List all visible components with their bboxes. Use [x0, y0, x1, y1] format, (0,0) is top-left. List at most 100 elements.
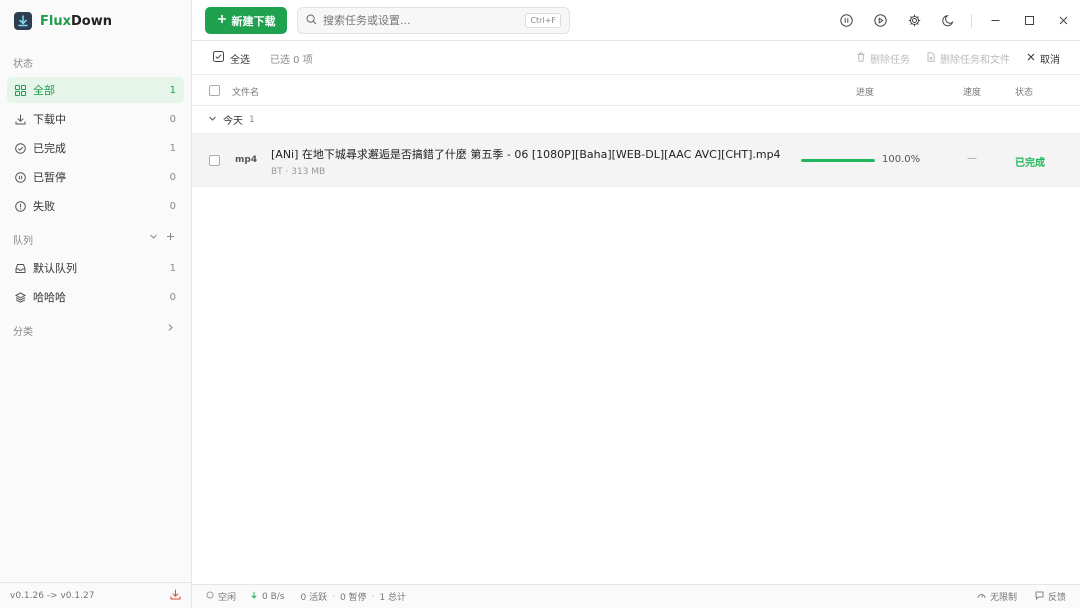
search-icon [306, 14, 317, 28]
queue-section-actions [149, 231, 175, 244]
search-shortcut: Ctrl+F [525, 13, 561, 28]
file-type-badge: mp4 [235, 155, 258, 165]
select-all-button[interactable]: 全选 [230, 51, 250, 66]
sidebar-item-all[interactable]: 全部 1 [7, 77, 184, 103]
new-download-label: 新建下载 [231, 14, 276, 28]
brand: FluxDown [14, 10, 112, 32]
header-actions [829, 0, 1080, 41]
inbox-icon [14, 262, 26, 274]
app-logo-icon [14, 12, 32, 30]
search-box[interactable]: Ctrl+F [297, 7, 570, 34]
feedback-button[interactable]: 反馈 [1035, 590, 1066, 603]
sidebar-item-downloading[interactable]: 下载中 0 [7, 106, 184, 132]
idle-circle-icon [206, 591, 214, 602]
dark-mode-moon-icon[interactable] [931, 0, 965, 41]
delete-task-and-file-label: 删除任务和文件 [940, 54, 1010, 66]
pause-circle-icon [14, 171, 26, 183]
search-input[interactable] [323, 14, 513, 27]
category-section-label[interactable]: 分类 [13, 323, 33, 338]
sidebar-item-label: 下载中 [33, 113, 66, 126]
statusbar-right: 无限制 反馈 [977, 590, 1066, 603]
table-header: 文件名 进度 速度 状态 [192, 75, 1080, 106]
chevron-down-icon [208, 114, 217, 126]
check-circle-icon [14, 142, 26, 154]
sidebar: FluxDown 状态 全部 1 下载中 0 已完成 1 已暂停 0 失败 0 [0, 0, 192, 608]
sidebar-item-label: 已完成 [33, 142, 66, 155]
chevron-right-icon[interactable] [166, 322, 175, 335]
status-section-label: 状态 [13, 59, 33, 70]
cancel-selection-button[interactable]: 取消 [1026, 51, 1060, 66]
arrow-down-icon [250, 591, 258, 602]
file-delete-icon [926, 51, 936, 65]
sidebar-item-queue-hahaha[interactable]: 哈哈哈 0 [7, 284, 184, 310]
sidebar-item-count: 0 [169, 291, 176, 303]
cancel-label: 取消 [1040, 54, 1060, 66]
group-count: 1 [249, 114, 255, 125]
queue-section-label: 队列 [13, 236, 33, 247]
sidebar-footer: v0.1.26 -> v0.1.27 [0, 582, 191, 608]
sidebar-item-label: 哈哈哈 [33, 291, 66, 304]
sidebar-item-paused[interactable]: 已暂停 0 [7, 164, 184, 190]
header-checkbox[interactable] [209, 85, 220, 96]
header: 新建下载 Ctrl+F [192, 0, 1080, 41]
selection-toolbar: 全选 已选 0 项 删除任务 删除任务和文件 取消 [192, 41, 1080, 75]
column-header-speed[interactable]: 速度 [963, 85, 981, 98]
sidebar-item-count: 0 [169, 200, 176, 212]
sidebar-item-completed[interactable]: 已完成 1 [7, 135, 184, 161]
new-download-button[interactable]: 新建下载 [205, 7, 287, 34]
resume-all-icon[interactable] [863, 0, 897, 41]
sidebar-item-label: 失败 [33, 200, 55, 213]
app-name: FluxDown [40, 13, 112, 29]
minimize-icon[interactable] [978, 0, 1012, 41]
speed-limit-button[interactable]: 无限制 [977, 590, 1017, 603]
add-queue-icon[interactable] [166, 231, 175, 244]
row-checkbox[interactable] [209, 155, 220, 166]
sidebar-item-failed[interactable]: 失败 0 [7, 193, 184, 219]
header-divider [971, 13, 972, 28]
alert-circle-icon [14, 200, 26, 212]
sidebar-item-default-queue[interactable]: 默认队列 1 [7, 255, 184, 281]
engine-state: 空闲 [206, 590, 236, 603]
column-header-status[interactable]: 状态 [1015, 85, 1033, 98]
toolbar-right: 删除任务 删除任务和文件 取消 [856, 41, 1060, 75]
chevron-down-icon[interactable] [149, 231, 158, 244]
delete-task-button[interactable]: 删除任务 [856, 51, 910, 66]
grid-icon [14, 84, 26, 96]
settings-gear-icon[interactable] [897, 0, 931, 41]
toolbar-left: 全选 已选 0 项 [213, 41, 313, 75]
progress-bar [801, 159, 875, 162]
download-speed: 0 B/s [250, 591, 285, 602]
progress-bar-fill [801, 159, 875, 162]
delete-task-label: 删除任务 [870, 54, 910, 66]
total-count: 1 总计 [379, 593, 407, 603]
sidebar-item-count: 1 [169, 84, 176, 96]
task-file-name: [ANi] 在地下城尋求邂逅是否搞錯了什麼 第五季 - 06 [1080P][B… [271, 148, 781, 161]
sidebar-item-count: 1 [169, 142, 176, 154]
pause-all-icon[interactable] [829, 0, 863, 41]
sidebar-item-label: 默认队列 [33, 262, 77, 275]
sidebar-item-count: 0 [169, 171, 176, 183]
close-icon [1026, 52, 1036, 65]
progress-percent: 100.0% [882, 154, 921, 165]
paused-count: 0 暂停 [339, 593, 367, 603]
task-row[interactable]: mp4 [ANi] 在地下城尋求邂逅是否搞錯了什麼 第五季 - 06 [1080… [192, 133, 1080, 187]
separator-dot: · [332, 591, 335, 602]
trash-icon [856, 52, 866, 65]
download-icon [14, 113, 26, 125]
column-header-progress[interactable]: 进度 [856, 85, 874, 98]
group-label: 今天 [223, 116, 243, 127]
layers-icon [14, 291, 26, 303]
task-speed: — [967, 153, 977, 164]
delete-task-and-file-button[interactable]: 删除任务和文件 [926, 51, 1010, 66]
maximize-icon[interactable] [1012, 0, 1046, 41]
version-text: v0.1.26 -> v0.1.27 [10, 590, 95, 601]
update-download-icon[interactable] [170, 589, 181, 603]
sidebar-item-count: 0 [169, 113, 176, 125]
group-header-today[interactable]: 今天 1 [192, 106, 1080, 133]
task-status: 已完成 [1015, 158, 1045, 169]
select-all-checkbox-icon[interactable] [213, 51, 224, 65]
sidebar-item-label: 已暂停 [33, 171, 66, 184]
selected-count: 已选 0 项 [270, 54, 313, 66]
column-header-name[interactable]: 文件名 [232, 85, 259, 98]
close-icon[interactable] [1046, 0, 1080, 41]
